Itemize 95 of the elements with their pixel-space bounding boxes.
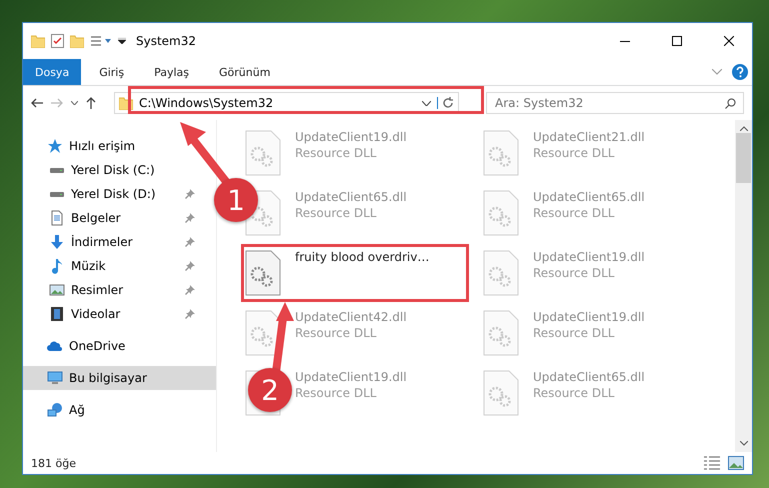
search-icon[interactable] bbox=[725, 98, 736, 108]
file-name: UpdateClient19.dll bbox=[295, 370, 407, 384]
nav-label: Müzik bbox=[71, 259, 107, 273]
chevron-down-icon[interactable] bbox=[422, 100, 431, 106]
gear-file-icon bbox=[483, 250, 519, 296]
picture-icon bbox=[49, 282, 65, 298]
scroll-up-icon[interactable] bbox=[740, 126, 748, 131]
up-arrow-icon[interactable] bbox=[86, 97, 96, 109]
nav-item[interactable]: Belgeler bbox=[23, 206, 201, 230]
gear-file-icon bbox=[483, 310, 519, 356]
item-count: 181 öğe bbox=[31, 456, 77, 470]
nav-label: İndirmeler bbox=[71, 235, 134, 249]
nav-item[interactable]: Yerel Disk (D:) bbox=[23, 182, 201, 206]
file-type: Resource DLL bbox=[533, 206, 616, 220]
drive-icon bbox=[49, 166, 65, 174]
file-name: UpdateClient21.dll bbox=[533, 130, 645, 144]
nav-item[interactable]: Bu bilgisayar bbox=[23, 366, 216, 390]
refresh-icon[interactable] bbox=[437, 97, 454, 109]
nav-item[interactable]: İndirmeler bbox=[23, 230, 201, 254]
nav-item[interactable]: Resimler bbox=[23, 278, 201, 302]
pointer-arrow bbox=[272, 302, 294, 373]
nav-label: Videolar bbox=[71, 307, 122, 321]
file-name: UpdateClient19.dll bbox=[533, 310, 645, 324]
file-name: UpdateClient65.dll bbox=[295, 190, 407, 204]
nav-label: Ağ bbox=[69, 403, 85, 417]
nav-item[interactable]: Ağ bbox=[23, 398, 91, 422]
nav-label: OneDrive bbox=[69, 339, 126, 353]
drive-icon bbox=[49, 190, 65, 198]
address-bar[interactable]: C:\Windows\System32 bbox=[114, 92, 459, 114]
pin-icon[interactable] bbox=[185, 285, 195, 295]
nav-label: Belgeler bbox=[71, 211, 122, 225]
pin-icon[interactable] bbox=[185, 189, 195, 199]
gear-file-icon bbox=[245, 310, 281, 356]
pin-icon[interactable] bbox=[185, 213, 195, 223]
nav-item[interactable]: OneDrive bbox=[23, 334, 132, 358]
pin-icon[interactable] bbox=[185, 261, 195, 271]
close-icon[interactable] bbox=[724, 36, 734, 46]
gear-file-icon bbox=[245, 130, 281, 176]
help-icon[interactable] bbox=[732, 64, 748, 80]
file-type: Resource DLL bbox=[295, 326, 378, 340]
scroll-down-icon[interactable] bbox=[740, 441, 748, 446]
film-icon bbox=[49, 306, 65, 322]
details-view-icon[interactable] bbox=[704, 456, 720, 470]
nav-item[interactable]: Videolar bbox=[23, 302, 201, 326]
file-type: Resource DLL bbox=[295, 206, 378, 220]
gear-file-icon bbox=[483, 370, 519, 416]
monitor-icon bbox=[47, 370, 63, 386]
pin-icon[interactable] bbox=[185, 309, 195, 319]
address-path: C:\Windows\System32 bbox=[139, 96, 274, 110]
checklist-icon[interactable] bbox=[51, 34, 64, 48]
ribbon-tab[interactable]: Paylaş bbox=[142, 59, 201, 85]
folder-icon bbox=[31, 34, 45, 48]
file-type: Resource DLL bbox=[295, 386, 378, 400]
pin-icon[interactable] bbox=[185, 237, 195, 247]
network-globe-icon bbox=[47, 402, 63, 418]
file-name: UpdateClient19.dll bbox=[295, 130, 407, 144]
ribbon-tab[interactable]: Dosya bbox=[23, 59, 82, 85]
nav-item[interactable]: Hızlı erişim bbox=[23, 134, 142, 158]
caret-icon[interactable] bbox=[118, 38, 126, 44]
properties-caret-icon[interactable] bbox=[90, 35, 112, 47]
file-name: UpdateClient42.dll bbox=[295, 310, 407, 324]
minimize-icon[interactable] bbox=[620, 40, 630, 42]
nav-label: Resimler bbox=[71, 283, 124, 297]
file-name: UpdateClient65.dll bbox=[533, 190, 645, 204]
gear-file-icon bbox=[245, 250, 281, 296]
window-title: System32 bbox=[136, 34, 198, 48]
scrollbar[interactable] bbox=[735, 120, 752, 452]
search-field[interactable]: Ara: System32 bbox=[486, 92, 744, 114]
file-type: Resource DLL bbox=[533, 266, 616, 280]
gear-file-icon bbox=[483, 190, 519, 236]
gear-file-icon bbox=[483, 130, 519, 176]
file-type: Resource DLL bbox=[295, 146, 378, 160]
ribbon-tab[interactable]: Görünüm bbox=[207, 59, 282, 85]
download-arrow-icon bbox=[49, 234, 65, 250]
file-name: UpdateClient19.dll bbox=[533, 250, 645, 264]
file-type: Resource DLL bbox=[533, 146, 616, 160]
nav-label: Yerel Disk (C:) bbox=[71, 163, 155, 177]
nav-label: Hızlı erişim bbox=[69, 139, 136, 153]
back-arrow-icon[interactable] bbox=[31, 98, 43, 108]
ribbon-tab[interactable]: Giriş bbox=[87, 59, 136, 85]
scrollbar-thumb[interactable] bbox=[736, 133, 751, 183]
new-folder-icon bbox=[70, 34, 84, 48]
chevron-down-icon[interactable] bbox=[71, 101, 78, 105]
document-icon bbox=[49, 210, 65, 226]
maximize-icon[interactable] bbox=[672, 36, 682, 46]
nav-label: Yerel Disk (D:) bbox=[71, 187, 157, 201]
file-type: Resource DLL bbox=[533, 326, 616, 340]
star-icon bbox=[47, 138, 63, 154]
nav-item[interactable]: Yerel Disk (C:) bbox=[23, 158, 161, 182]
large-icons-view-icon[interactable] bbox=[728, 456, 744, 470]
file-name: UpdateClient65.dll bbox=[533, 370, 645, 384]
nav-label: Bu bilgisayar bbox=[69, 371, 148, 385]
file-name: fruity blood overdriv… bbox=[295, 250, 430, 264]
file-type: Resource DLL bbox=[533, 386, 616, 400]
nav-item[interactable]: Müzik bbox=[23, 254, 201, 278]
